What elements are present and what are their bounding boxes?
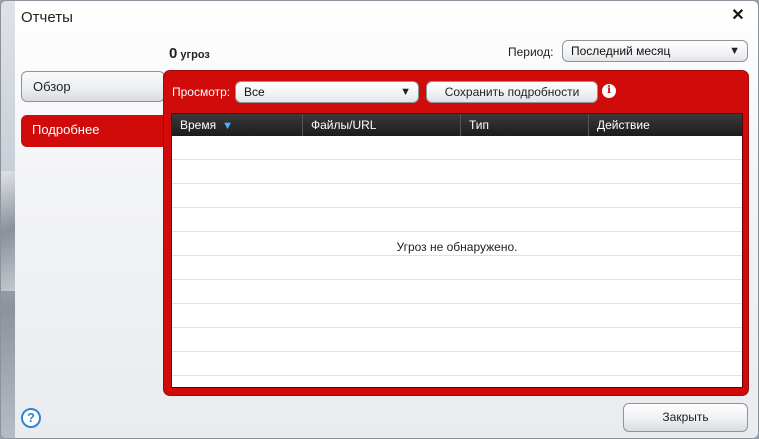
table-header: Время ▼ Файлы/URL Тип Действие: [172, 114, 742, 136]
nav-overview-button[interactable]: Обзор: [21, 71, 165, 102]
threat-count: 0 угроз: [169, 45, 210, 62]
column-header-action[interactable]: Действие: [588, 114, 742, 136]
table-row: [172, 304, 742, 328]
window-side-decoration: [1, 1, 15, 438]
view-filter-select[interactable]: Все ▼: [235, 81, 419, 103]
period-label: Период:: [508, 45, 554, 59]
nav-details-button[interactable]: Подробнее: [21, 115, 167, 147]
period-select[interactable]: Последний месяц ▼: [562, 40, 748, 62]
table-body: Угроз не обнаружено.: [172, 136, 742, 400]
close-button[interactable]: Закрыть: [623, 403, 748, 432]
nav-overview-label: Обзор: [33, 79, 71, 94]
column-header-type[interactable]: Тип: [460, 114, 588, 136]
window-title: Отчеты: [21, 9, 73, 26]
info-icon[interactable]: i: [602, 84, 616, 98]
save-details-button[interactable]: Сохранить подробности: [426, 81, 598, 103]
sort-descending-icon: ▼: [222, 120, 233, 132]
threat-count-number: 0: [169, 45, 178, 62]
dropdown-arrow-icon: ▼: [729, 45, 740, 57]
table-row: [172, 184, 742, 208]
empty-table-message: Угроз не обнаружено.: [396, 240, 518, 254]
reports-window: Отчеты ✕ 0 угроз Период: Последний месяц…: [0, 0, 759, 439]
help-icon[interactable]: ?: [21, 408, 41, 428]
table-row: [172, 256, 742, 280]
dropdown-arrow-icon: ▼: [400, 86, 411, 98]
table-row: [172, 352, 742, 376]
table-row: [172, 208, 742, 232]
column-header-time-label: Время: [180, 118, 217, 132]
table-row: [172, 280, 742, 304]
table-row: [172, 328, 742, 352]
close-icon[interactable]: ✕: [729, 7, 747, 25]
table-row: [172, 376, 742, 400]
period-select-value: Последний месяц: [571, 44, 671, 58]
nav-details-label: Подробнее: [32, 122, 100, 137]
column-header-files[interactable]: Файлы/URL: [302, 114, 460, 136]
details-panel: Просмотр: Все ▼ Сохранить подробности i …: [163, 70, 749, 396]
column-header-time[interactable]: Время ▼: [172, 114, 302, 136]
threats-table: Время ▼ Файлы/URL Тип Действие Угроз не о…: [171, 113, 743, 388]
threat-count-unit: угроз: [180, 49, 210, 61]
view-filter-value: Все: [244, 85, 265, 99]
view-filter-label: Просмотр:: [172, 85, 231, 99]
table-row: [172, 160, 742, 184]
table-row: [172, 136, 742, 160]
